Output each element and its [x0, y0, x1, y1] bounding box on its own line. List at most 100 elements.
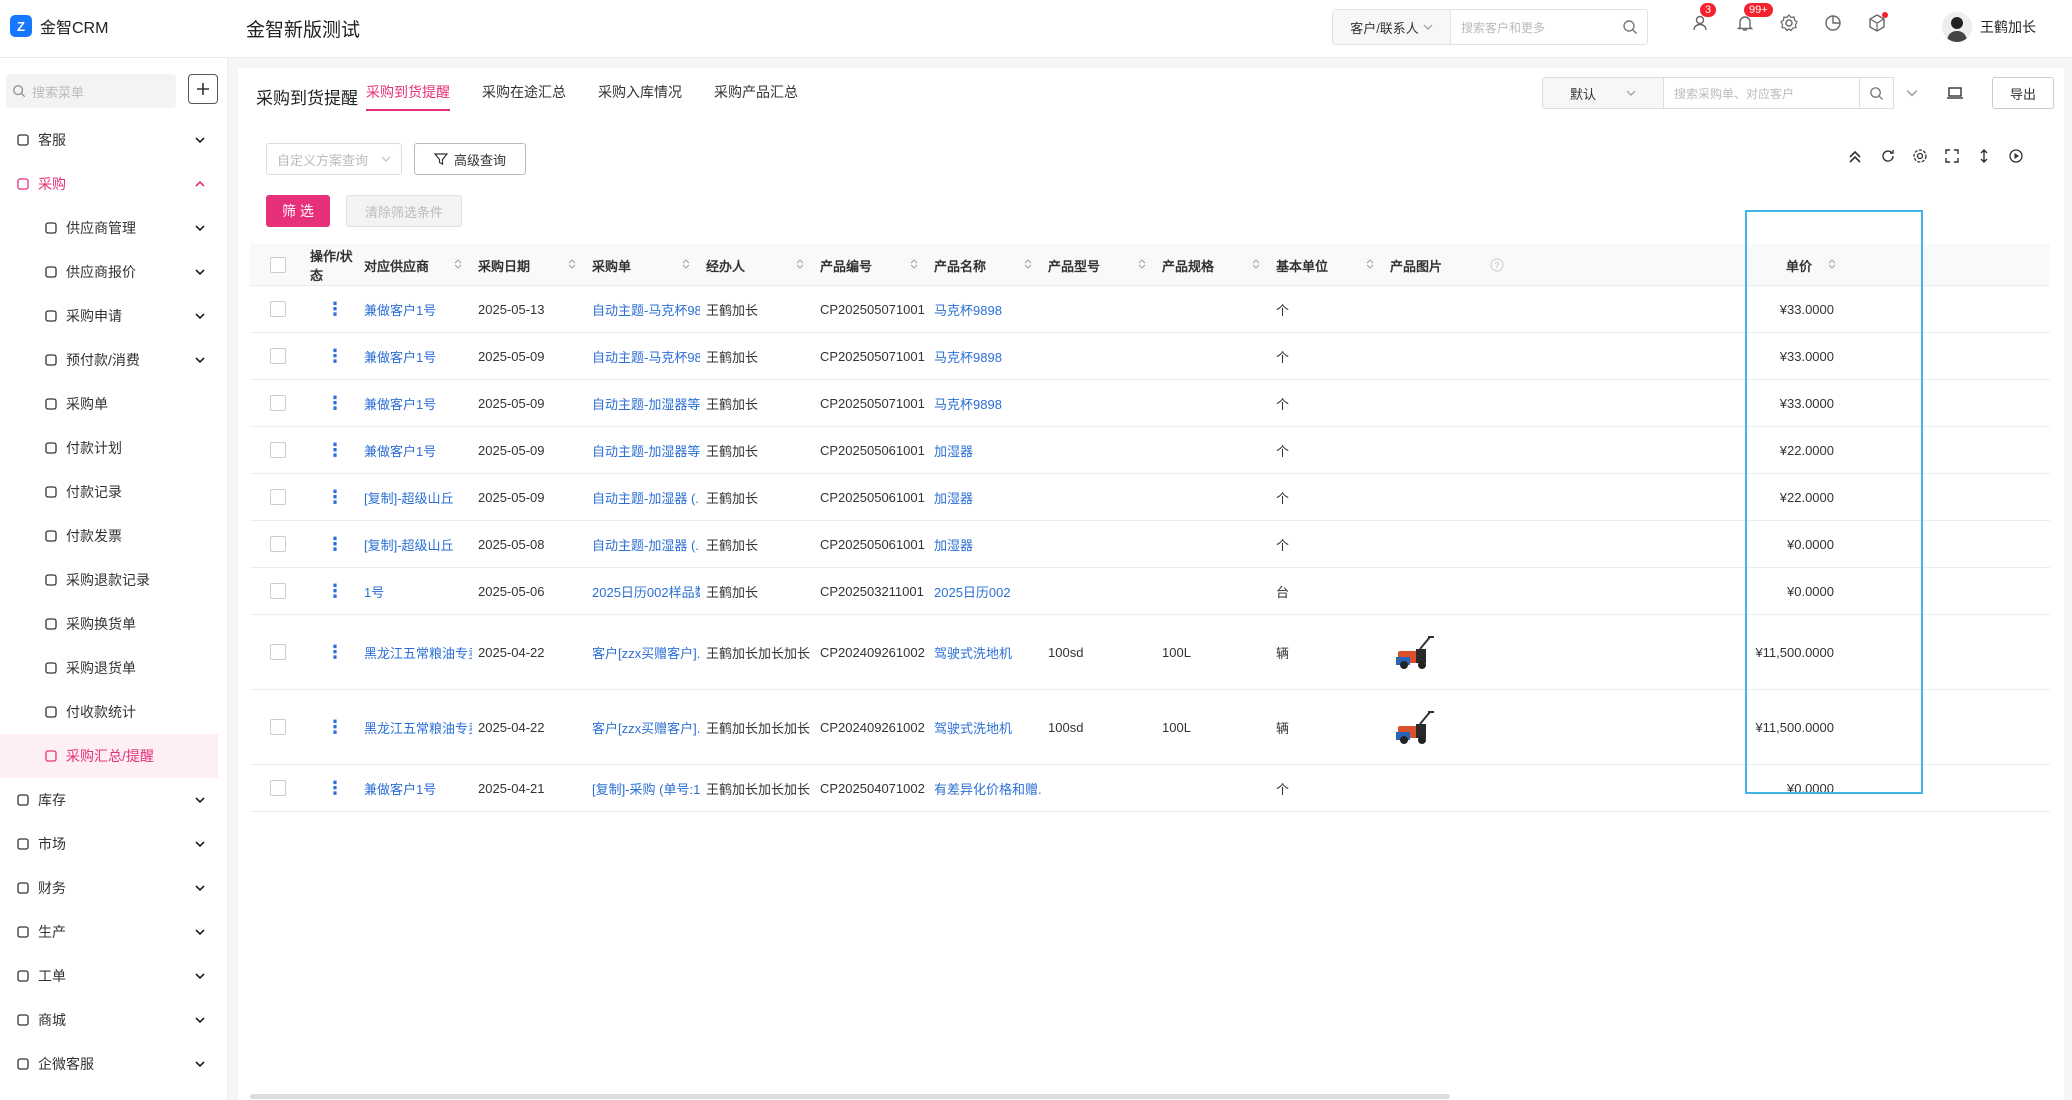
export-button[interactable]: 导出: [1992, 77, 2054, 109]
row-checkbox[interactable]: [270, 489, 286, 505]
row-checkbox[interactable]: [270, 719, 286, 735]
cell-supplier[interactable]: [复制]-超级山丘: [358, 474, 472, 520]
col-select-header[interactable]: [250, 244, 304, 286]
more-actions-icon[interactable]: ⋮: [326, 779, 344, 797]
user-menu[interactable]: 王鹤加长: [1942, 12, 2036, 42]
print-button[interactable]: [1930, 77, 1980, 109]
cell-supplier[interactable]: 1号: [358, 568, 472, 614]
sort-icon[interactable]: [1252, 258, 1260, 270]
sidebar-item[interactable]: 库存: [0, 778, 227, 822]
cell-order[interactable]: 自动主题-马克杯98...: [586, 286, 700, 332]
cell-supplier[interactable]: 兼做客户1号: [358, 765, 472, 811]
more-actions-icon[interactable]: ⋮: [326, 394, 344, 412]
select-all-checkbox[interactable]: [270, 257, 286, 273]
sort-icon[interactable]: [796, 258, 804, 270]
cell-supplier[interactable]: 兼做客户1号: [358, 333, 472, 379]
horizontal-scrollbar[interactable]: [250, 1094, 1450, 1099]
table-row[interactable]: ⋮ [复制]-超级山丘 2025-05-08 自动主题-加湿器 (... 王鹤加长 CP2…: [250, 521, 2050, 568]
sidebar-item[interactable]: 采购退款记录: [0, 558, 227, 602]
sort-icon[interactable]: [568, 258, 576, 270]
filter-button[interactable]: 筛 选: [266, 195, 330, 227]
cell-name[interactable]: 2025日历002: [928, 568, 1042, 614]
sidebar-item[interactable]: 预付款/消费: [0, 338, 227, 382]
tab-arrival-reminder[interactable]: 采购到货提醒: [366, 82, 450, 111]
sidebar-item[interactable]: 采购: [0, 162, 227, 206]
settings-icon[interactable]: [1778, 12, 1800, 34]
more-actions-icon[interactable]: ⋮: [326, 488, 344, 506]
sort-icon[interactable]: [910, 258, 918, 270]
app-logo[interactable]: Z 金智CRM: [10, 14, 108, 38]
tab-in-transit-summary[interactable]: 采购在途汇总: [482, 82, 566, 102]
chart-pie-icon[interactable]: [1822, 12, 1844, 34]
table-row[interactable]: ⋮ 兼做客户1号 2025-05-09 自动主题-加湿器等... 王鹤加长 CP20250…: [250, 380, 2050, 427]
custom-plan-select[interactable]: 自定义方案查询: [266, 143, 402, 175]
chevron-down-icon[interactable]: [1906, 87, 1918, 99]
table-row[interactable]: ⋮ 兼做客户1号 2025-05-09 自动主题-马克杯98... 王鹤加长 CP2025…: [250, 333, 2050, 380]
collapse-up-icon[interactable]: [1846, 148, 1864, 166]
sidebar-item[interactable]: 付款发票: [0, 514, 227, 558]
sidebar-item[interactable]: 工单: [0, 954, 227, 998]
cell-order[interactable]: 自动主题-马克杯98...: [586, 333, 700, 379]
tab-warehouse-status[interactable]: 采购入库情况: [598, 82, 682, 102]
cell-supplier[interactable]: [复制]-超级山丘: [358, 521, 472, 567]
cell-order[interactable]: 自动主题-加湿器 (...: [586, 474, 700, 520]
global-search-input[interactable]: 搜索客户和更多: [1451, 19, 1613, 36]
more-actions-icon[interactable]: ⋮: [326, 347, 344, 365]
play-circle-icon[interactable]: [2008, 148, 2024, 166]
sort-icon[interactable]: [454, 258, 462, 270]
cell-name[interactable]: 加湿器: [928, 474, 1042, 520]
view-select[interactable]: 默认: [1542, 77, 1664, 109]
row-height-icon[interactable]: [1976, 148, 1992, 166]
clear-filter-button[interactable]: 清除筛选条件: [346, 195, 462, 227]
more-actions-icon[interactable]: ⋮: [326, 300, 344, 318]
gear-icon[interactable]: [1912, 148, 1928, 166]
cell-supplier[interactable]: 黑龙江五常粮油专卖: [358, 615, 472, 689]
cell-name[interactable]: 马克杯9898: [928, 286, 1042, 332]
sidebar-item[interactable]: 付款计划: [0, 426, 227, 470]
table-row[interactable]: ⋮ 兼做客户1号 2025-05-13 自动主题-马克杯98... 王鹤加长 CP2025…: [250, 286, 2050, 333]
row-checkbox[interactable]: [270, 301, 286, 317]
table-row[interactable]: ⋮ 1号 2025-05-06 2025日历002样品数... 王鹤加长 CP202503…: [250, 568, 2050, 615]
sidebar-item[interactable]: 付收款统计: [0, 690, 227, 734]
search-icon[interactable]: [1613, 19, 1647, 35]
sidebar-item[interactable]: SFA: [0, 1086, 227, 1100]
sort-icon[interactable]: [1366, 258, 1374, 270]
table-row[interactable]: ⋮ [复制]-超级山丘 2025-05-09 自动主题-加湿器 (... 王鹤加长 CP2…: [250, 474, 2050, 521]
search-scope-select[interactable]: 客户/联系人: [1333, 10, 1451, 44]
cell-supplier[interactable]: 兼做客户1号: [358, 380, 472, 426]
sort-icon[interactable]: [1024, 258, 1032, 270]
row-checkbox[interactable]: [270, 780, 286, 796]
row-checkbox[interactable]: [270, 583, 286, 599]
order-search-input[interactable]: 搜索采购单、对应客户: [1664, 77, 1860, 109]
row-checkbox[interactable]: [270, 395, 286, 411]
sidebar-item[interactable]: 采购换货单: [0, 602, 227, 646]
sidebar-item[interactable]: 商城: [0, 998, 227, 1042]
tab-product-summary[interactable]: 采购产品汇总: [714, 82, 798, 102]
contacts-icon[interactable]: 3: [1690, 3, 1717, 34]
table-row[interactable]: ⋮ 黑龙江五常粮油专卖 2025-04-22 客户[zzx买赠客户]... 王鹤加长加长…: [250, 615, 2050, 690]
table-row[interactable]: ⋮ 兼做客户1号 2025-04-21 [复制]-采购 (单号:1... 王鹤加长加长加…: [250, 765, 2050, 812]
sidebar-item[interactable]: 付款记录: [0, 470, 227, 514]
table-row[interactable]: ⋮ 兼做客户1号 2025-05-09 自动主题-加湿器等... 王鹤加长 CP20250…: [250, 427, 2050, 474]
sidebar-item[interactable]: 生产: [0, 910, 227, 954]
more-actions-icon[interactable]: ⋮: [326, 582, 344, 600]
sort-icon[interactable]: [682, 258, 690, 270]
order-search-button[interactable]: [1860, 77, 1894, 109]
sidebar-item[interactable]: 采购申请: [0, 294, 227, 338]
more-actions-icon[interactable]: ⋮: [326, 643, 344, 661]
cube-icon[interactable]: [1866, 12, 1888, 34]
sidebar-item[interactable]: 采购退货单: [0, 646, 227, 690]
sidebar-item[interactable]: 采购单: [0, 382, 227, 426]
cell-name[interactable]: 加湿器: [928, 427, 1042, 473]
cell-supplier[interactable]: 黑龙江五常粮油专卖: [358, 690, 472, 764]
row-checkbox[interactable]: [270, 442, 286, 458]
fullscreen-icon[interactable]: [1944, 148, 1960, 166]
cell-order[interactable]: 自动主题-加湿器等...: [586, 380, 700, 426]
more-actions-icon[interactable]: ⋮: [326, 441, 344, 459]
sidebar-item[interactable]: 供应商管理: [0, 206, 227, 250]
sidebar-item[interactable]: 供应商报价: [0, 250, 227, 294]
cell-order[interactable]: 自动主题-加湿器等...: [586, 427, 700, 473]
cell-name[interactable]: 马克杯9898: [928, 380, 1042, 426]
sort-icon[interactable]: [1828, 258, 1836, 270]
cell-supplier[interactable]: 兼做客户1号: [358, 427, 472, 473]
